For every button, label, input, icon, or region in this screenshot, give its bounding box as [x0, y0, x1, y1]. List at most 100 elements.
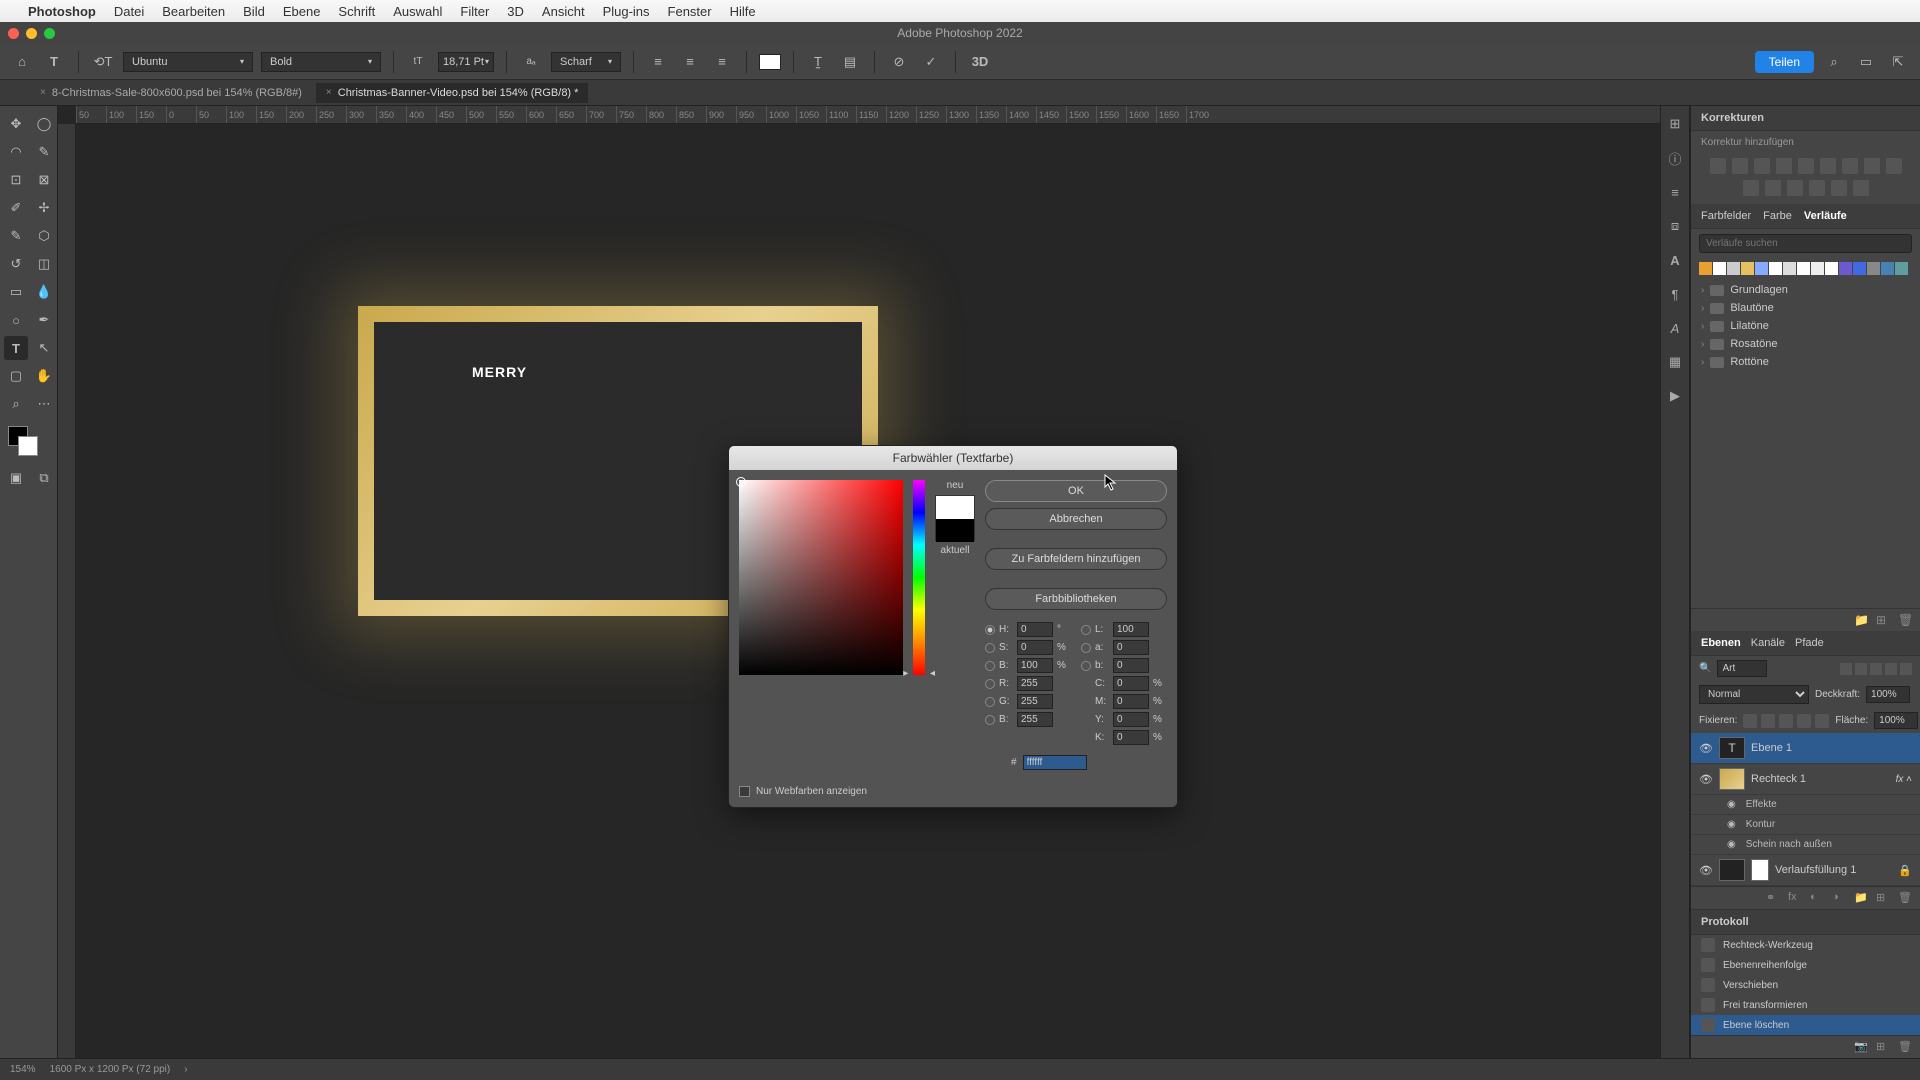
m-input[interactable]	[1113, 694, 1149, 709]
gradient-preset[interactable]	[1783, 262, 1796, 275]
text-color-swatch[interactable]	[759, 54, 781, 70]
font-size-input[interactable]: 18,71 Pt▾	[438, 52, 494, 72]
fx-badge[interactable]: fx ˄	[1896, 774, 1912, 785]
photo-filter-icon[interactable]	[1864, 158, 1880, 174]
effect-kontur[interactable]: ◉Kontur	[1691, 815, 1920, 835]
marquee-tool-icon[interactable]: ◯	[32, 112, 56, 136]
export-icon[interactable]: ⇱	[1886, 50, 1910, 74]
a-input[interactable]	[1113, 640, 1149, 655]
gradient-tool-icon[interactable]: ▭	[4, 280, 28, 304]
play-icon[interactable]: ▶	[1667, 388, 1683, 404]
type-tool-icon[interactable]: T	[4, 336, 28, 360]
new-group-icon[interactable]: 📁	[1854, 891, 1868, 905]
hue-slider[interactable]	[913, 480, 925, 675]
tab-farbfelder[interactable]: Farbfelder	[1701, 210, 1751, 222]
gradient-preset[interactable]	[1853, 262, 1866, 275]
close-window-icon[interactable]	[8, 28, 19, 39]
bw-icon[interactable]	[1842, 158, 1858, 174]
gradient-folder[interactable]: Rottöne	[1691, 353, 1920, 371]
adjustments-icon[interactable]: ≡	[1667, 184, 1683, 200]
blur-tool-icon[interactable]: 💧	[32, 280, 56, 304]
brush-tool-icon[interactable]: ✎	[4, 224, 28, 248]
pen-tool-icon[interactable]: ✒	[32, 308, 56, 332]
menu-schrift[interactable]: Schrift	[338, 4, 375, 19]
glyphs-icon[interactable]: A	[1667, 320, 1683, 336]
menu-bild[interactable]: Bild	[243, 4, 265, 19]
info-icon[interactable]: ⓘ	[1667, 150, 1683, 166]
dialog-title[interactable]: Farbwähler (Textfarbe)	[729, 446, 1177, 470]
visibility-icon[interactable]: 👁	[1699, 864, 1713, 877]
b2-radio[interactable]	[985, 715, 995, 725]
link-layers-icon[interactable]: ⚭	[1766, 891, 1780, 905]
lock-transparent-icon[interactable]	[1743, 714, 1757, 728]
posterize-icon[interactable]	[1787, 180, 1803, 196]
tab-farbe[interactable]: Farbe	[1763, 210, 1792, 222]
menu-3d[interactable]: 3D	[507, 4, 524, 19]
effects-header[interactable]: ◉Effekte	[1691, 795, 1920, 815]
eraser-tool-icon[interactable]: ◫	[32, 252, 56, 276]
s-input[interactable]	[1017, 640, 1053, 655]
delete-gradient-icon[interactable]: 🗑	[1898, 613, 1912, 627]
r-input[interactable]	[1017, 676, 1053, 691]
menu-bearbeiten[interactable]: Bearbeiten	[162, 4, 225, 19]
a-radio[interactable]	[1081, 643, 1091, 653]
gradient-preset[interactable]	[1713, 262, 1726, 275]
effect-schein[interactable]: ◉Schein nach außen	[1691, 835, 1920, 855]
fill-input[interactable]	[1874, 712, 1918, 729]
menu-hilfe[interactable]: Hilfe	[730, 4, 756, 19]
adjustments-panel-header[interactable]: Korrekturen	[1691, 106, 1920, 131]
opacity-input[interactable]	[1866, 686, 1910, 703]
move-tool-icon[interactable]: ✥	[4, 112, 28, 136]
character-icon[interactable]: A	[1667, 252, 1683, 268]
lookup-icon[interactable]	[1743, 180, 1759, 196]
c-input[interactable]	[1113, 676, 1149, 691]
menu-filter[interactable]: Filter	[460, 4, 489, 19]
layer-verlaufsfuellung[interactable]: 👁 Verlaufsfüllung 1 🔒	[1691, 855, 1920, 886]
document-tab-2[interactable]: ×Christmas-Banner-Video.psd bei 154% (RG…	[316, 83, 589, 103]
invert-icon[interactable]	[1765, 180, 1781, 196]
ok-button[interactable]: OK	[985, 480, 1167, 502]
gradient-folder[interactable]: Lilatöne	[1691, 317, 1920, 335]
bv-radio[interactable]	[985, 661, 995, 671]
menu-plugins[interactable]: Plug-ins	[603, 4, 650, 19]
history-brush-icon[interactable]: ↺	[4, 252, 28, 276]
gradient-search-input[interactable]	[1699, 234, 1912, 253]
channel-mixer-icon[interactable]	[1886, 158, 1902, 174]
menu-ansicht[interactable]: Ansicht	[542, 4, 585, 19]
font-weight-select[interactable]: Bold▾	[261, 52, 381, 72]
background-swatch[interactable]	[18, 436, 38, 456]
align-center-icon[interactable]: ≡	[678, 50, 702, 74]
threshold-icon[interactable]	[1809, 180, 1825, 196]
character-panel-icon[interactable]: ▤	[838, 50, 862, 74]
gradient-preset[interactable]	[1895, 262, 1908, 275]
hue-icon[interactable]	[1820, 158, 1836, 174]
exposure-icon[interactable]	[1776, 158, 1792, 174]
font-family-select[interactable]: Ubuntu▾	[123, 52, 253, 72]
app-name[interactable]: Photoshop	[28, 4, 96, 19]
gradient-folder[interactable]: Grundlagen	[1691, 281, 1920, 299]
blend-mode-select[interactable]: Normal	[1699, 685, 1809, 704]
g-input[interactable]	[1017, 694, 1053, 709]
paragraph-icon[interactable]: ¶	[1667, 286, 1683, 302]
hex-input[interactable]	[1023, 755, 1087, 770]
gradient-preset[interactable]	[1769, 262, 1782, 275]
maximize-window-icon[interactable]	[44, 28, 55, 39]
menu-fenster[interactable]: Fenster	[668, 4, 712, 19]
history-item[interactable]: Ebene löschen	[1691, 1015, 1920, 1035]
bb-radio[interactable]	[1081, 661, 1091, 671]
s-radio[interactable]	[985, 643, 995, 653]
history-panel-header[interactable]: Protokoll	[1691, 909, 1920, 935]
path-select-icon[interactable]: ↖	[32, 336, 56, 360]
layer-filter-input[interactable]	[1717, 660, 1767, 677]
gradient-map-icon[interactable]	[1831, 180, 1847, 196]
gradient-preset[interactable]	[1839, 262, 1852, 275]
menu-ebene[interactable]: Ebene	[283, 4, 321, 19]
crop-tool-icon[interactable]: ⊡	[4, 168, 28, 192]
close-tab-icon[interactable]: ×	[326, 87, 332, 98]
cancel-button[interactable]: Abbrechen	[985, 508, 1167, 530]
gradient-preset[interactable]	[1755, 262, 1768, 275]
gradient-folder[interactable]: Rosatöne	[1691, 335, 1920, 353]
b2-input[interactable]	[1017, 712, 1053, 727]
y-input[interactable]	[1113, 712, 1149, 727]
visibility-icon[interactable]: 👁	[1699, 742, 1713, 755]
